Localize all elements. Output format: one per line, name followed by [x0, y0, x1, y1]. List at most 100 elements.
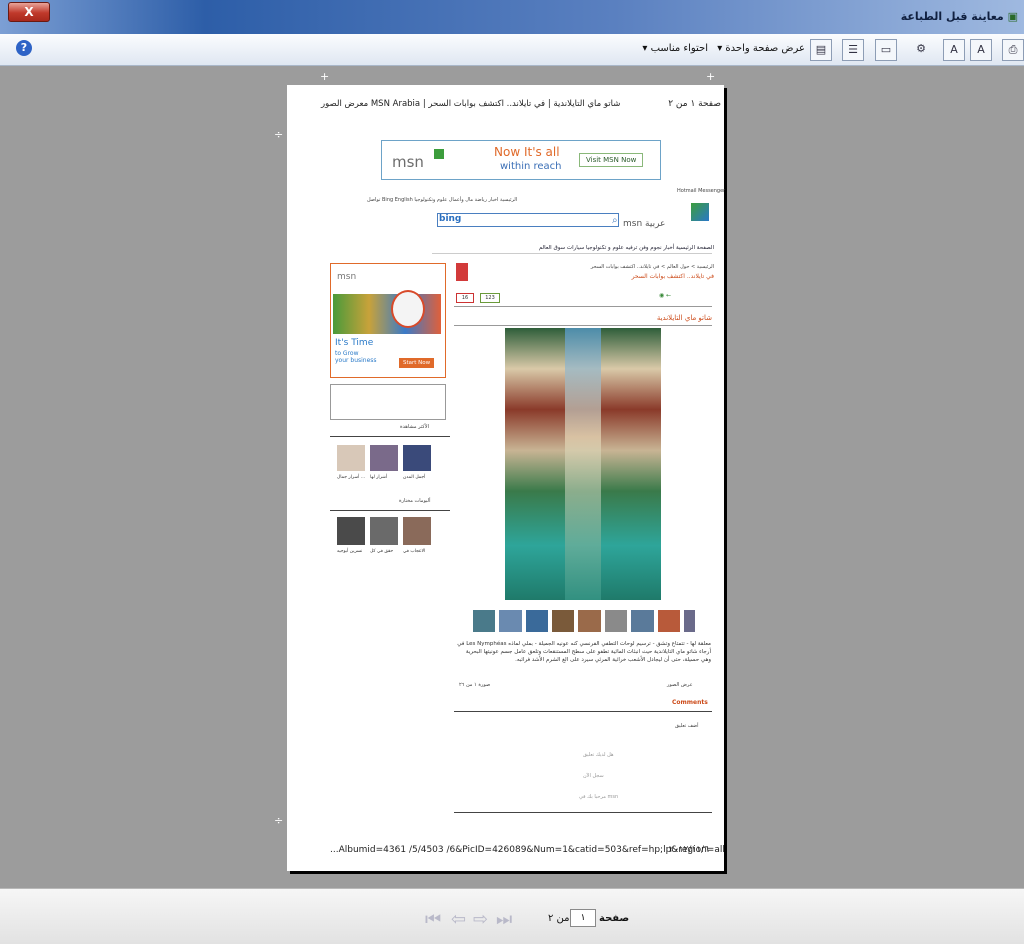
butterfly-icon	[691, 203, 709, 221]
title-bar: X ▣ معاينة قبل الطباعة	[0, 0, 1024, 34]
thumbnail[interactable]	[337, 517, 365, 545]
thumbnail[interactable]	[683, 610, 696, 632]
most-viewed-label: الأكثر مشاهدة	[400, 424, 430, 430]
thumbnail[interactable]	[370, 517, 398, 545]
article-title: في تايلاند.. اكتشف بوابات السحر	[631, 273, 714, 280]
msn-banner-ad: msn Now It's all within reach Visit MSN …	[381, 140, 661, 180]
side-ad: msn It's Time to Grow your business Star…	[330, 263, 446, 378]
photo-title: شاتو ماي التايلاندية	[656, 314, 712, 322]
previous-page-icon[interactable]: ⇦	[451, 909, 466, 930]
visit-msn-button[interactable]: Visit MSN Now	[579, 153, 644, 167]
thumbnail[interactable]	[525, 610, 549, 632]
add-comment-link[interactable]: أضف تعليق	[675, 723, 699, 729]
margin-handle-icon[interactable]: +	[320, 70, 329, 83]
comment-line: مرحبا بك في msn	[579, 794, 619, 800]
main-menu: الصفحة الرئيسية أخبار نجوم وفن ترفيه علو…	[538, 245, 714, 251]
landscape-icon[interactable]: A	[943, 39, 965, 61]
portrait-icon[interactable]: A	[970, 39, 992, 61]
start-now-button[interactable]: Start Now	[399, 358, 435, 368]
search-icon[interactable]: ⌕	[612, 215, 618, 226]
divider	[454, 325, 712, 326]
thumbnail[interactable]	[578, 610, 601, 632]
close-button[interactable]: X	[8, 2, 50, 22]
page-label: صفحة	[599, 913, 630, 924]
ad-line-2: to Grow	[335, 350, 359, 357]
mascot-icon	[391, 290, 425, 328]
thumb-caption: أجمل المدن	[403, 475, 426, 480]
ad-line-1: It's Time	[335, 338, 374, 348]
thumbnail[interactable]	[370, 445, 398, 471]
msn-logo: msn	[337, 272, 357, 282]
margin-handle-icon[interactable]: +	[706, 70, 715, 83]
photo-counter: صورة ١ من ٢٦	[459, 682, 491, 688]
page-footer-url: ...Albumid=4361 /5/4503 /6&PicID=426089&…	[330, 845, 725, 855]
page-total-label: من ٢	[548, 913, 570, 924]
like-count[interactable]: 16	[456, 293, 474, 303]
thumbnail[interactable]	[499, 610, 522, 632]
thumbnail[interactable]	[604, 610, 628, 632]
main-photo	[505, 328, 661, 600]
divider	[454, 711, 712, 712]
thumbnail[interactable]	[631, 610, 654, 632]
mail-links: Hotmail Messenger	[677, 188, 726, 194]
thumbnail[interactable]	[473, 610, 496, 632]
chevron-down-icon: ▾	[717, 43, 723, 54]
thumbnail[interactable]	[552, 610, 575, 632]
page-setup-icon[interactable]: ⚙	[911, 39, 931, 59]
thumb-caption: أسرار جمال ...	[337, 475, 366, 480]
thumb-caption: حقق في كل	[370, 549, 394, 554]
thumbnail[interactable]	[403, 445, 431, 471]
first-page-icon[interactable]: ⏮	[425, 909, 441, 930]
divider	[330, 436, 450, 437]
thumbs-row-1	[337, 445, 431, 471]
page-number-input[interactable]: ١	[570, 909, 596, 927]
full-page-icon[interactable]: ▤	[810, 39, 832, 61]
full-width-icon[interactable]: ☰	[842, 39, 864, 61]
ad-line-3: your business	[335, 357, 377, 364]
city-illustration	[333, 294, 441, 334]
page-header-left: صفحة ١ من ٢	[668, 99, 721, 109]
next-page-icon[interactable]: ⇨	[473, 909, 488, 930]
margin-handle-icon[interactable]: ÷	[274, 814, 283, 827]
banner-line-2: within reach	[500, 161, 562, 172]
comment-line: سجل الآن	[583, 773, 604, 779]
thumbs-row-2	[337, 517, 431, 545]
window-title: ▣ معاينة قبل الطباعة	[900, 10, 1018, 23]
page-header-title: شاتو ماي التايلاندية | في تايلاند.. اكتش…	[321, 99, 621, 109]
top-nav: الرئيسية اخبار رياضة مال وأعمال علوم وتك…	[367, 197, 518, 203]
thumbnail[interactable]	[403, 517, 431, 545]
thumb-caption: الاعجاب في	[403, 549, 426, 554]
toolbar: ? ⎙ A A ⚙ ▭ ☰ ▤ عرض صفحة واحدة ▾ احتواء …	[0, 34, 1024, 66]
view-mode-dropdown[interactable]: عرض صفحة واحدة ▾	[713, 40, 805, 58]
page-flag-icon	[456, 263, 468, 281]
divider	[454, 812, 712, 813]
print-icon[interactable]: ⎙	[1002, 39, 1024, 61]
last-page-icon[interactable]: ⏭	[496, 909, 512, 930]
page-footer-date: ٢٠١٢/١١/٦	[669, 845, 709, 855]
blank-ad-slot	[330, 384, 446, 420]
divider	[330, 510, 450, 511]
divider	[432, 253, 712, 254]
comments-label: Comments	[672, 699, 708, 706]
msn-arabia-logo: msn عربية	[623, 219, 666, 229]
share-count[interactable]: 123	[480, 293, 500, 303]
photo-caption: معلقة لها - تتمتاع وتشق - ترسيم لوحات ال…	[457, 641, 711, 663]
help-icon[interactable]: ?	[16, 40, 32, 56]
breadcrumb: الرئيسية > حول العالم > في تايلاند.. اكت…	[590, 264, 714, 270]
margin-handle-icon[interactable]: ÷	[274, 128, 283, 141]
view-photos-link[interactable]: عرض الصور	[667, 682, 693, 688]
fit-dropdown[interactable]: احتواء مناسب ▾	[638, 40, 708, 58]
header-footer-icon[interactable]: ▭	[875, 39, 897, 61]
msn-logo: msn	[392, 153, 424, 171]
comment-line: هل لديك تعليق	[583, 752, 614, 758]
bing-logo: bing	[439, 214, 462, 224]
thumbnail[interactable]	[337, 445, 365, 471]
share-icon[interactable]: ◉ ←	[659, 292, 671, 299]
search-input[interactable]	[437, 213, 619, 227]
divider	[454, 306, 712, 307]
featured-label: ألبومات مختارة	[399, 498, 431, 504]
preview-page: صفحة ١ من ٢ شاتو ماي التايلاندية | في تا…	[287, 85, 726, 871]
thumb-caption: أشرار لها	[370, 475, 388, 480]
thumbnail[interactable]	[657, 610, 680, 632]
print-preview-icon: ▣	[1007, 10, 1018, 23]
